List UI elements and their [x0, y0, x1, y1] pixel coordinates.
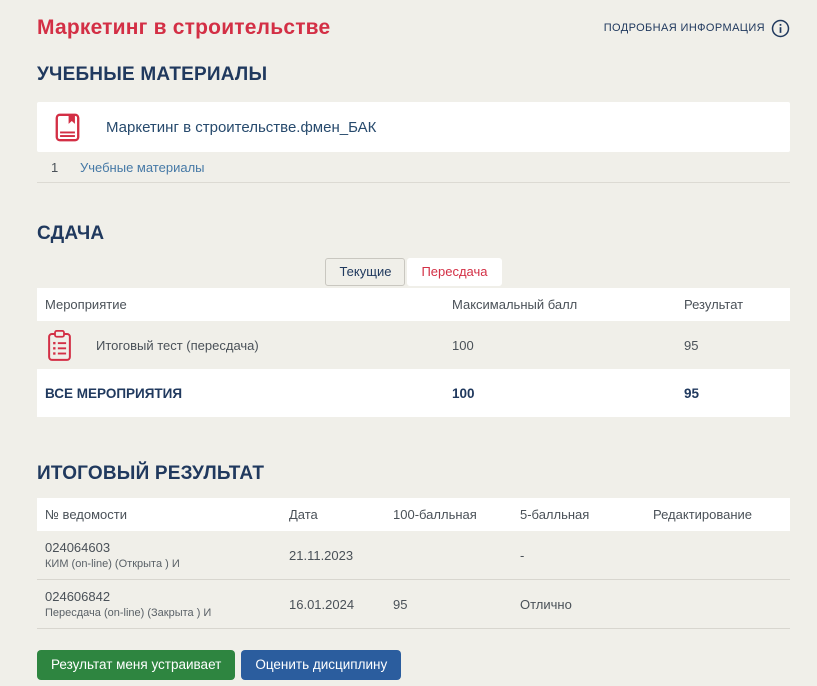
event-cell: Итоговый тест (пересдача) [37, 329, 444, 362]
submission-tabs: Текущие Пересдача [37, 258, 790, 286]
tab-retake[interactable]: Пересдача [407, 258, 501, 286]
sheet-type: Пересдача (on-line) (Закрыта ) И [45, 607, 281, 619]
table-row: Итоговый тест (пересдача) 100 95 [37, 321, 790, 369]
tab-current[interactable]: Текущие [325, 258, 405, 286]
sheet-type: КИМ (on-line) (Открыта ) И [45, 558, 281, 570]
material-item-link[interactable]: Учебные материалы [79, 160, 205, 175]
col-result: Результат [676, 297, 790, 312]
table-row: 024606842 Пересдача (on-line) (Закрыта )… [37, 580, 790, 629]
materials-heading: УЧЕБНЫЕ МАТЕРИАЛЫ [37, 64, 790, 86]
event-result: 95 [676, 338, 790, 353]
event-name[interactable]: Итоговый тест (пересдача) [96, 338, 259, 353]
sheet-number: 024064603 [45, 540, 281, 555]
page-title: Маркетинг в строительстве [37, 16, 330, 40]
sheet-score100: 95 [385, 597, 512, 612]
details-link[interactable]: ПОДРОБНАЯ ИНФОРМАЦИЯ [604, 19, 790, 38]
submission-table: Мероприятие Максимальный балл Результат … [37, 288, 790, 417]
accept-result-button[interactable]: Результат меня устраивает [37, 650, 235, 680]
total-label: ВСЕ МЕРОПРИЯТИЯ [37, 386, 444, 401]
event-max-score: 100 [444, 338, 676, 353]
sheet-score5: - [512, 548, 645, 563]
sheet-cell: 024064603 КИМ (on-line) (Открыта ) И [37, 540, 281, 570]
action-buttons: Результат меня устраивает Оценить дисцип… [37, 650, 790, 680]
final-result-table: № ведомости Дата 100-балльная 5-балльная… [37, 498, 790, 629]
table-row: 024064603 КИМ (on-line) (Открыта ) И 21.… [37, 531, 790, 580]
final-table-header: № ведомости Дата 100-балльная 5-балльная… [37, 498, 790, 531]
material-item[interactable]: 1 Учебные материалы [37, 152, 790, 183]
course-material-title: Маркетинг в строительстве.фмен_БАК [106, 119, 376, 136]
col-edit: Редактирование [645, 507, 790, 522]
book-icon [51, 111, 84, 144]
details-label: ПОДРОБНАЯ ИНФОРМАЦИЯ [604, 22, 765, 34]
sheet-number: 024606842 [45, 589, 281, 604]
clipboard-checklist-icon [45, 329, 74, 362]
sheet-date: 21.11.2023 [281, 548, 385, 563]
sheet-score5: Отлично [512, 597, 645, 612]
col-max-score: Максимальный балл [444, 297, 676, 312]
sheet-date: 16.01.2024 [281, 597, 385, 612]
rate-discipline-button[interactable]: Оценить дисциплину [241, 650, 401, 680]
col-score100: 100-балльная [385, 507, 512, 522]
total-result: 95 [676, 386, 790, 401]
material-item-index: 1 [37, 160, 79, 175]
sheet-cell: 024606842 Пересдача (on-line) (Закрыта )… [37, 589, 281, 619]
info-icon [771, 19, 790, 38]
submission-table-header: Мероприятие Максимальный балл Результат [37, 288, 790, 321]
col-score5: 5-балльная [512, 507, 645, 522]
course-page: Маркетинг в строительстве ПОДРОБНАЯ ИНФО… [0, 0, 817, 680]
total-max-score: 100 [444, 386, 676, 401]
page-header: Маркетинг в строительстве ПОДРОБНАЯ ИНФО… [37, 16, 790, 40]
col-sheet-number: № ведомости [37, 507, 281, 522]
final-result-heading: ИТОГОВЫЙ РЕЗУЛЬТАТ [37, 463, 790, 485]
col-event: Мероприятие [37, 297, 444, 312]
submission-heading: СДАЧА [37, 223, 790, 245]
col-date: Дата [281, 507, 385, 522]
submission-total-row: ВСЕ МЕРОПРИЯТИЯ 100 95 [37, 369, 790, 417]
course-material-card[interactable]: Маркетинг в строительстве.фмен_БАК [37, 102, 790, 152]
